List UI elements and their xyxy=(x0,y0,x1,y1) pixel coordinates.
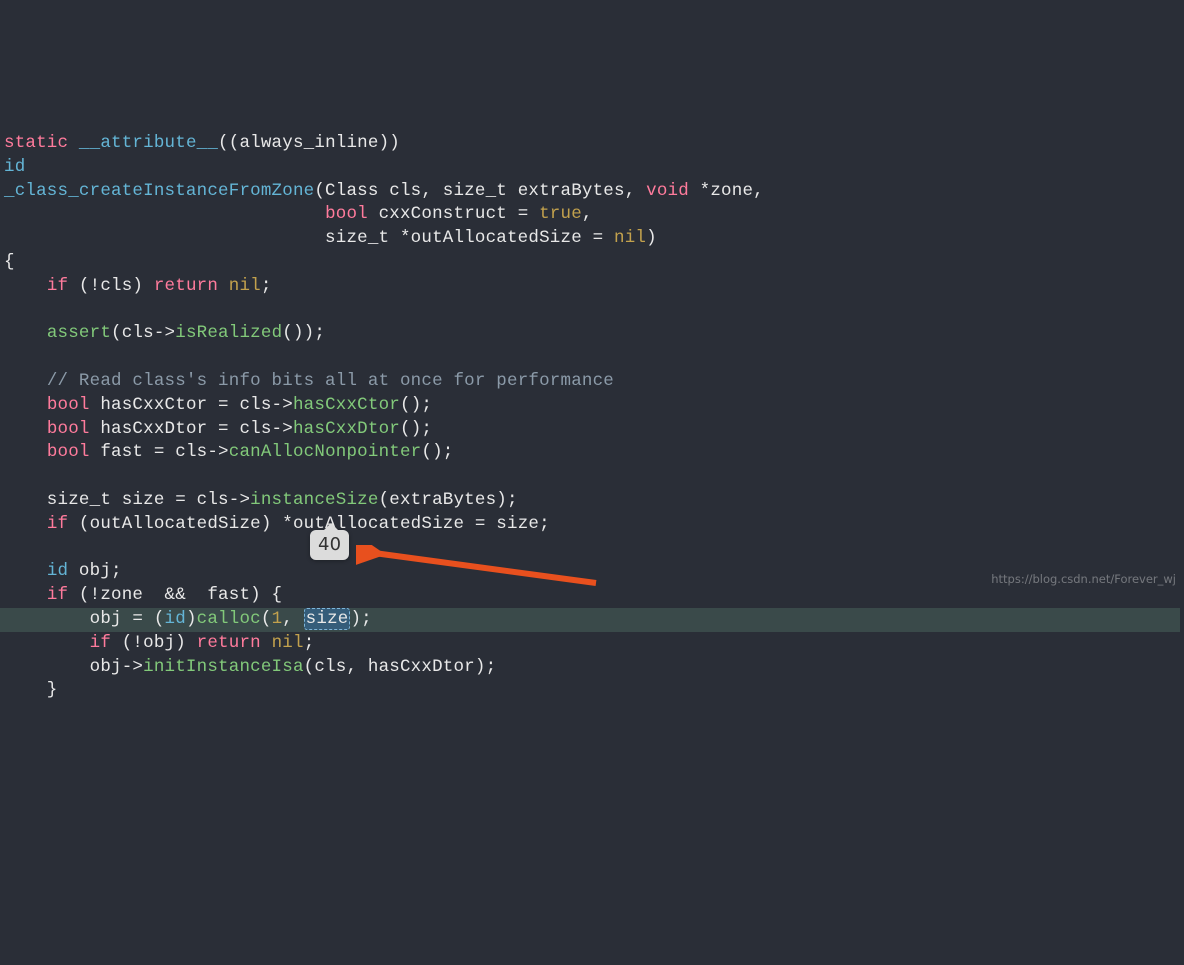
code-block: static __attribute__((always_inline)) id… xyxy=(4,108,1184,703)
kw-static: static xyxy=(4,133,68,153)
func-name: _class_createInstanceFromZone xyxy=(4,181,314,201)
highlighted-line: obj = (id)calloc(1, size); xyxy=(0,608,1180,632)
type-id: id xyxy=(4,157,25,177)
value-tooltip: 40 xyxy=(310,530,349,560)
comment: // Read class's info bits all at once fo… xyxy=(47,371,614,391)
attr: __attribute__ xyxy=(68,133,218,153)
selected-text[interactable]: size xyxy=(304,608,351,630)
watermark: https://blog.csdn.net/Forever_wj xyxy=(991,572,1176,588)
